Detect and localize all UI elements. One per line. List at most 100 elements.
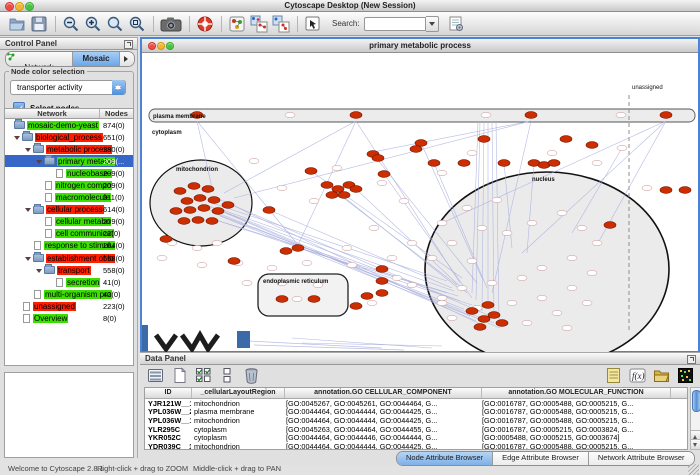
network-node[interactable]	[202, 186, 214, 193]
network-node[interactable]	[174, 188, 186, 195]
network-node-small[interactable]	[592, 240, 602, 245]
network-node-small[interactable]	[285, 112, 295, 117]
network-node-small[interactable]	[369, 225, 379, 230]
network-node-small[interactable]	[457, 285, 467, 290]
network-node-small[interactable]	[592, 160, 602, 165]
network-node-small[interactable]	[552, 310, 562, 315]
network-node-small[interactable]	[567, 285, 577, 290]
column-header-id[interactable]: ID	[145, 388, 192, 398]
zoom-region-icon[interactable]	[106, 15, 124, 33]
tree-row-overview[interactable]: Overview8(0)	[5, 313, 133, 325]
network-node[interactable]	[372, 155, 384, 162]
network-node[interactable]	[321, 182, 333, 189]
network-node[interactable]	[332, 186, 344, 193]
column-header-molecular-function[interactable]: annotation.GO MOLECULAR_FUNCTION	[482, 388, 671, 398]
table-cell[interactable]: YDR039C__1	[145, 442, 191, 450]
network-node-small[interactable]	[309, 198, 319, 203]
table-cell[interactable]: mitochondrion	[191, 442, 283, 450]
tree-row-nitrogen-compo[interactable]: nitrogen compo209(0)	[5, 179, 133, 191]
network-node-small[interactable]	[642, 185, 652, 190]
network-node-small[interactable]	[437, 300, 447, 305]
network-node[interactable]	[660, 187, 672, 194]
network-node-small[interactable]	[547, 150, 557, 155]
tree-row-cell-communicat[interactable]: cell communicat22(0)	[5, 228, 133, 240]
network-node[interactable]	[378, 171, 390, 178]
network-node[interactable]	[170, 208, 182, 215]
network-node-small[interactable]	[367, 300, 377, 305]
network-node[interactable]	[212, 208, 224, 215]
network-node[interactable]	[376, 290, 388, 297]
tab-mosaic[interactable]: Mosaic	[72, 52, 119, 66]
float-panel-icon[interactable]	[124, 40, 133, 49]
network-node[interactable]	[474, 324, 486, 331]
attribute-browser-icon[interactable]	[447, 15, 465, 33]
network-node[interactable]	[466, 308, 478, 315]
network-node-small[interactable]	[557, 210, 567, 215]
network-node-small[interactable]	[212, 240, 222, 245]
tree-row-multi-organism-pro[interactable]: multi-organism pro42(0)	[5, 288, 133, 300]
network-node[interactable]	[376, 266, 388, 273]
network-node-small[interactable]	[302, 260, 312, 265]
network-node[interactable]	[498, 160, 510, 167]
network-node-small[interactable]	[292, 296, 302, 301]
network-node[interactable]	[228, 258, 240, 265]
network-node-small[interactable]	[242, 280, 252, 285]
network-node[interactable]	[198, 205, 210, 212]
table-cell[interactable]: [GO:0016787, GO:0005488, GO:0005215, G..…	[479, 442, 667, 450]
table-cell[interactable]: [GO:0044464, GO:0044444, GO:0044425, G..…	[283, 442, 479, 450]
network-node[interactable]	[338, 192, 350, 199]
tree-row-mosaic-demo-yeast[interactable]: mosaic-demo-yeast874(0)	[5, 119, 133, 131]
network-node[interactable]	[586, 142, 598, 149]
tree-header-nodes[interactable]: Nodes	[100, 109, 133, 118]
network-node-small[interactable]	[502, 230, 512, 235]
network-node-small[interactable]	[527, 220, 537, 225]
network-node[interactable]	[548, 160, 560, 167]
tab-network[interactable]: Network	[6, 52, 72, 66]
tree-row-transport[interactable]: transport558(0)	[5, 264, 133, 276]
network-node-small[interactable]	[507, 300, 517, 305]
network-node-small[interactable]	[537, 265, 547, 270]
network-node[interactable]	[222, 202, 234, 209]
new-attribute-icon[interactable]	[170, 366, 189, 385]
network-node[interactable]	[292, 245, 304, 252]
table-vertical-scrollbar[interactable]	[690, 387, 700, 450]
network-node[interactable]	[192, 217, 204, 224]
network-node-small[interactable]	[462, 205, 472, 210]
network-node-small[interactable]	[517, 275, 527, 280]
network-node-small[interactable]	[377, 180, 387, 185]
network-node-small[interactable]	[467, 150, 477, 155]
network-node[interactable]	[361, 293, 373, 300]
import-attributes-icon[interactable]	[652, 366, 671, 385]
network-node[interactable]	[428, 160, 440, 167]
tree-row-primary-metabo[interactable]: primary metabo209(...	[5, 155, 133, 167]
table-row-ydr039c__1[interactable]: YDR039C__1mitochondrion[GO:0044464, GO:0…	[145, 442, 687, 450]
network-node-small[interactable]	[197, 262, 207, 267]
network-node-small[interactable]	[481, 112, 491, 117]
network-node[interactable]	[660, 112, 672, 119]
network-node[interactable]	[410, 146, 422, 153]
network-node[interactable]	[458, 160, 470, 167]
function-builder-icon[interactable]: f(x)	[628, 366, 647, 385]
column-header-region[interactable]: _cellularLayoutRegion	[192, 388, 285, 398]
tree-expand-icon[interactable]	[35, 266, 44, 275]
network-node[interactable]	[478, 316, 490, 323]
table-row-ypl036w__1[interactable]: YPL036W__1mitochondrion[GO:0044464, GO:0…	[145, 416, 687, 425]
network-node-small[interactable]	[277, 185, 287, 190]
network-node[interactable]	[178, 218, 190, 225]
panel-network-icon[interactable]	[250, 15, 268, 33]
network-node[interactable]	[208, 197, 220, 204]
network-node-small[interactable]	[617, 145, 627, 150]
birdseye-view-panel[interactable]	[4, 372, 134, 458]
network-node-small[interactable]	[332, 165, 342, 170]
network-node[interactable]	[188, 183, 200, 190]
search-dropdown-icon[interactable]	[426, 16, 439, 32]
tree-expand-icon[interactable]	[24, 254, 33, 263]
zoom-out-icon[interactable]	[62, 15, 80, 33]
network-node[interactable]	[305, 168, 317, 175]
network-node-small[interactable]	[407, 240, 417, 245]
tree-header-network[interactable]: Network	[5, 109, 100, 118]
network-node[interactable]	[206, 218, 218, 225]
network-node-small[interactable]	[567, 255, 577, 260]
network-node-small[interactable]	[427, 255, 437, 260]
network-node[interactable]	[679, 187, 691, 194]
